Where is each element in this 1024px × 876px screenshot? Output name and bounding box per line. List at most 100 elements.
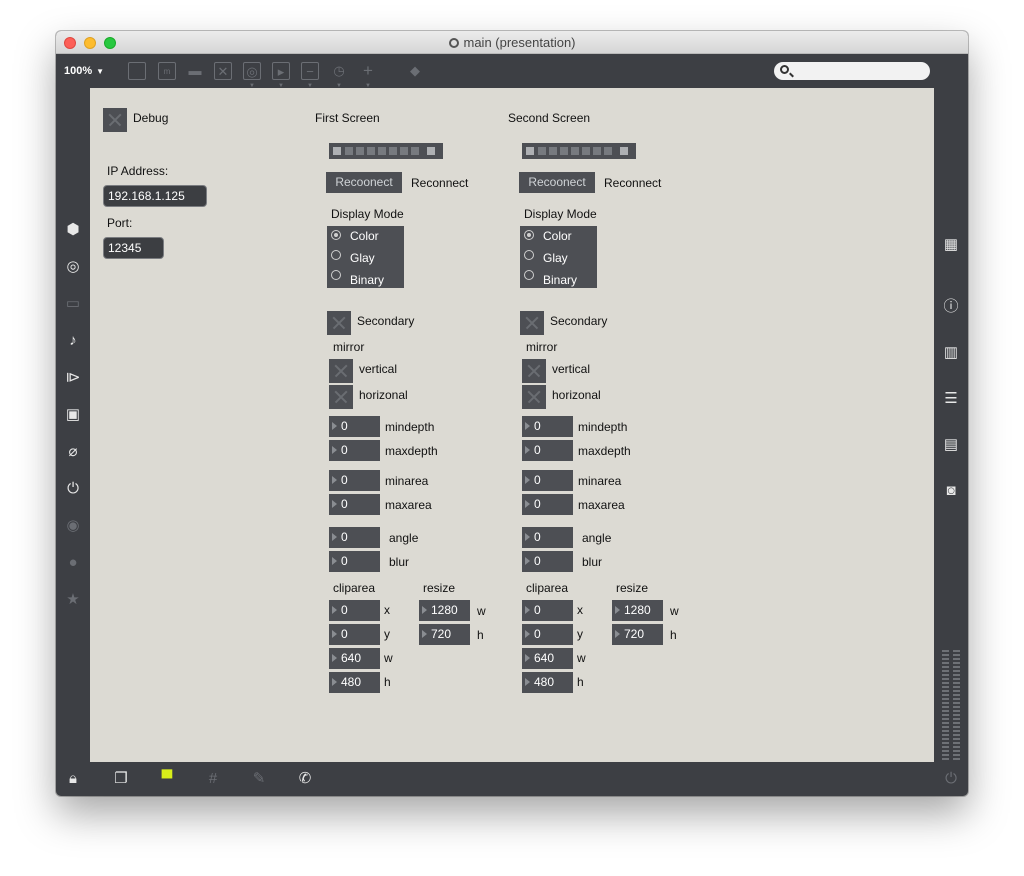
debug-toggle[interactable] [103, 108, 127, 132]
maxdepth-label: maxdepth [578, 444, 631, 458]
comment-icon[interactable]: ▬ [186, 62, 204, 80]
wrench-icon[interactable]: ✆ [296, 770, 314, 788]
reconnect-button[interactable]: Recoonect [519, 172, 595, 193]
resize-h-number[interactable]: 720 [612, 624, 663, 645]
couch-icon[interactable]: ▭ [64, 295, 82, 313]
angle-label: angle [389, 531, 419, 545]
blur-number[interactable]: 0 [329, 551, 380, 572]
mirror-horizontal-toggle[interactable] [522, 385, 546, 409]
music-note-icon[interactable]: ♪ [64, 332, 82, 350]
ip-address-field[interactable]: 192.168.1.125 [103, 185, 207, 207]
maxdepth-number[interactable]: 0 [329, 440, 380, 461]
toggle-object-icon[interactable]: ✕ [214, 62, 232, 80]
play-object-icon[interactable]: ▸ [272, 62, 290, 80]
mindepth-number[interactable]: 0 [522, 416, 573, 437]
plug-icon[interactable]: ⏻ [64, 480, 82, 498]
slider-object-icon[interactable]: − [301, 62, 319, 80]
mirror-horizontal-toggle[interactable] [329, 385, 353, 409]
radio-binary[interactable] [524, 270, 534, 280]
mirror-label: mirror [333, 340, 365, 354]
angle-number[interactable]: 0 [522, 527, 573, 548]
grid-icon[interactable]: # [204, 770, 222, 788]
mirror-vertical-toggle[interactable] [522, 359, 546, 383]
paperclip-icon[interactable]: ⌀ [64, 443, 82, 461]
resize-h-number[interactable]: 720 [419, 624, 470, 645]
presentation-mode-icon[interactable]: ▀ [158, 770, 176, 788]
radio-label: Color [543, 229, 572, 243]
radio-color[interactable] [331, 230, 341, 240]
clip-y-label: y [577, 627, 583, 641]
secondary-toggle[interactable] [520, 311, 544, 335]
screen-title: Second Screen [508, 111, 591, 125]
secondary-label: Secondary [357, 314, 415, 328]
star-icon[interactable]: ★ [64, 591, 82, 609]
radio-glay[interactable] [331, 250, 341, 260]
media-playlist-icon[interactable]: ⧐ [64, 369, 82, 387]
display-mode-radiogroup: Color Glay Binary [327, 226, 404, 288]
radio-glay[interactable] [524, 250, 534, 260]
image-icon[interactable]: ▣ [64, 406, 82, 424]
search-input[interactable] [774, 62, 930, 80]
resize-w-number[interactable]: 1280 [612, 600, 663, 621]
radio-binary[interactable] [331, 270, 341, 280]
grid-icon[interactable]: ▦ [941, 235, 961, 255]
display-mode-radiogroup: Color Glay Binary [520, 226, 597, 288]
maxarea-number[interactable]: 0 [522, 494, 573, 515]
clip-w-number[interactable]: 640 [329, 648, 380, 669]
blur-number[interactable]: 0 [522, 551, 573, 572]
target-icon[interactable]: ◎ [64, 258, 82, 276]
reference-book-icon[interactable]: ▤ [941, 435, 961, 455]
resize-w-number[interactable]: 1280 [419, 600, 470, 621]
lock-icon[interactable]: 🔒︎ [64, 770, 82, 788]
mirror-label: mirror [526, 340, 558, 354]
mirror-vertical-toggle[interactable] [329, 359, 353, 383]
button-object-icon[interactable]: ◎ [243, 62, 261, 80]
secondary-toggle[interactable] [327, 311, 351, 335]
clip-x-number[interactable]: 0 [329, 600, 380, 621]
maxarea-number[interactable]: 0 [329, 494, 380, 515]
right-sidebar: ▦ ⓘ ▥ ☰ ▤ ◙ [934, 88, 968, 762]
minarea-label: minarea [578, 474, 622, 488]
resize-label: resize [616, 581, 649, 595]
clip-y-number[interactable]: 0 [329, 624, 380, 645]
package-icon[interactable]: ⬢ [64, 221, 82, 239]
new-object-icon[interactable] [128, 62, 146, 80]
zoom-level: 100% [64, 65, 93, 77]
maxarea-label: maxarea [578, 498, 625, 512]
mindepth-number[interactable]: 0 [329, 416, 380, 437]
info-icon[interactable]: ⓘ [941, 297, 961, 317]
clip-y-number[interactable]: 0 [522, 624, 573, 645]
blur-label: blur [582, 555, 603, 569]
clip-h-number[interactable]: 480 [329, 672, 380, 693]
cliparea-label: cliparea [526, 581, 569, 595]
reconnect-button[interactable]: Recoonect [326, 172, 402, 193]
camera-icon[interactable]: ◙ [941, 481, 961, 501]
book-icon[interactable]: ▥ [941, 343, 961, 363]
clip-w-number[interactable]: 640 [522, 648, 573, 669]
blur-label: blur [389, 555, 410, 569]
windows-icon[interactable]: ❐ [112, 770, 130, 788]
snap-icon[interactable]: ✎ [250, 770, 268, 788]
clip-w-label: w [384, 651, 393, 665]
screen-title: First Screen [315, 111, 380, 125]
minarea-number[interactable]: 0 [522, 470, 573, 491]
power-icon[interactable]: ⏻ [942, 770, 960, 788]
vimeo-icon[interactable]: ◉ [64, 517, 82, 535]
patcher-canvas: Debug IP Address: 192.168.1.125 Port: 12… [90, 88, 934, 762]
clip-h-number[interactable]: 480 [522, 672, 573, 693]
paint-bucket-icon[interactable]: ◆ [406, 62, 424, 80]
add-object-icon[interactable]: + [359, 62, 377, 80]
zoom-menu[interactable]: 100% ▼ [64, 65, 104, 77]
beta-icon[interactable]: ● [64, 554, 82, 572]
new-message-icon[interactable]: m [158, 62, 176, 80]
minarea-number[interactable]: 0 [329, 470, 380, 491]
maxdepth-number[interactable]: 0 [522, 440, 573, 461]
vertical-label: vertical [552, 362, 591, 376]
list-icon[interactable]: ☰ [941, 389, 961, 409]
dial-object-icon[interactable]: ◷ [330, 62, 348, 80]
port-field[interactable]: 12345 [103, 237, 164, 259]
horizontal-label: horizonal [552, 388, 601, 402]
clip-x-number[interactable]: 0 [522, 600, 573, 621]
radio-color[interactable] [524, 230, 534, 240]
angle-number[interactable]: 0 [329, 527, 380, 548]
